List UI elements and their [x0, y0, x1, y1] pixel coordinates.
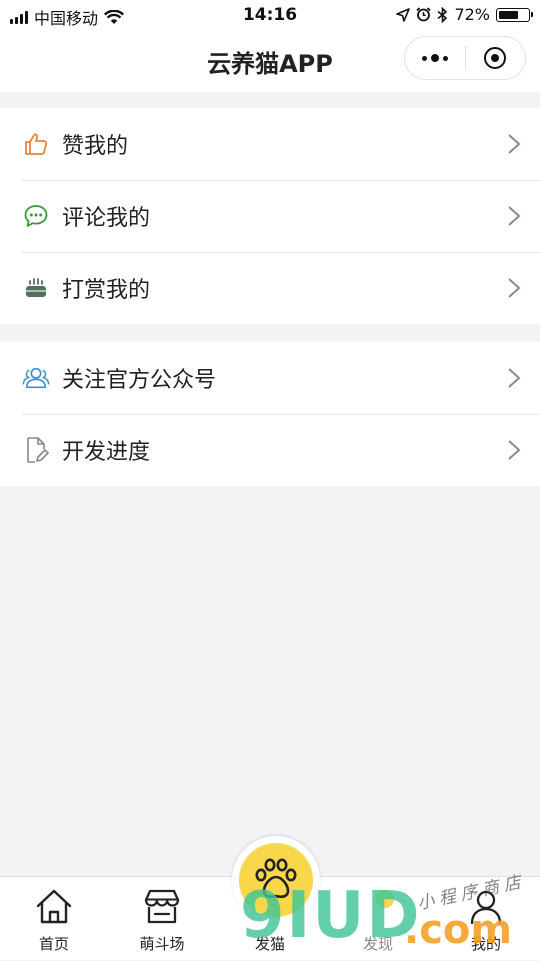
gift-icon [22, 274, 50, 302]
chevron-right-icon [508, 368, 521, 388]
chevron-right-icon [508, 440, 521, 460]
menu-group-info: 关注官方公众号 开发进度 [0, 342, 540, 486]
menu-item-label: 打赏我的 [62, 278, 151, 303]
close-miniapp-button[interactable] [466, 47, 526, 69]
tab-arena[interactable]: 萌斗场 [108, 877, 216, 961]
location-arrow-icon [396, 7, 411, 22]
menu-item-label: 赞我的 [62, 134, 129, 159]
target-icon [484, 47, 507, 69]
post-cat-fab-inner [239, 843, 313, 917]
alarm-icon [416, 7, 432, 22]
menu-group-interactions: 赞我的 评论我的 打赏我的 [0, 108, 540, 324]
menu-item-likes[interactable]: 赞我的 [0, 108, 540, 180]
thumbs-up-icon [22, 130, 50, 158]
tab-home[interactable]: 首页 [0, 877, 108, 961]
tab-label: 发现 [362, 935, 393, 953]
user-icon [470, 890, 502, 925]
more-options-button[interactable] [405, 54, 465, 62]
bluetooth-icon [437, 6, 448, 23]
tab-discover[interactable]: 发现 [324, 877, 432, 961]
tab-label: 萌斗场 [139, 935, 185, 953]
comment-icon [22, 202, 50, 230]
menu-item-rewards[interactable]: 打赏我的 [0, 252, 540, 324]
discover-icon [376, 890, 394, 908]
chevron-right-icon [508, 278, 521, 298]
menu-item-comments[interactable]: 评论我的 [0, 180, 540, 252]
users-icon [22, 364, 50, 392]
menu-item-dev-progress[interactable]: 开发进度 [0, 414, 540, 486]
paw-icon [255, 858, 297, 899]
menu-item-label: 关注官方公众号 [62, 368, 217, 393]
miniapp-capsule [404, 36, 526, 80]
menu-item-label: 开发进度 [62, 440, 151, 465]
chevron-right-icon [508, 206, 521, 226]
tab-label: 发猫 [254, 935, 285, 953]
tab-label: 首页 [38, 935, 69, 953]
nav-bar: 云养猫APP [0, 30, 540, 92]
post-cat-fab[interactable] [232, 836, 320, 924]
home-icon [36, 889, 72, 924]
document-edit-icon [22, 436, 50, 464]
menu-item-label: 评论我的 [62, 206, 151, 231]
store-icon [144, 889, 180, 924]
chevron-right-icon [508, 134, 521, 154]
menu-item-follow-official[interactable]: 关注官方公众号 [0, 342, 540, 414]
tab-mine[interactable]: 我的 [432, 877, 540, 961]
tab-label: 我的 [470, 935, 501, 953]
status-bar: 中国移动 14:16 72% [0, 0, 540, 30]
battery-icon [496, 7, 533, 22]
battery-percent: 72% [454, 5, 490, 24]
status-right: 72% [396, 5, 533, 24]
